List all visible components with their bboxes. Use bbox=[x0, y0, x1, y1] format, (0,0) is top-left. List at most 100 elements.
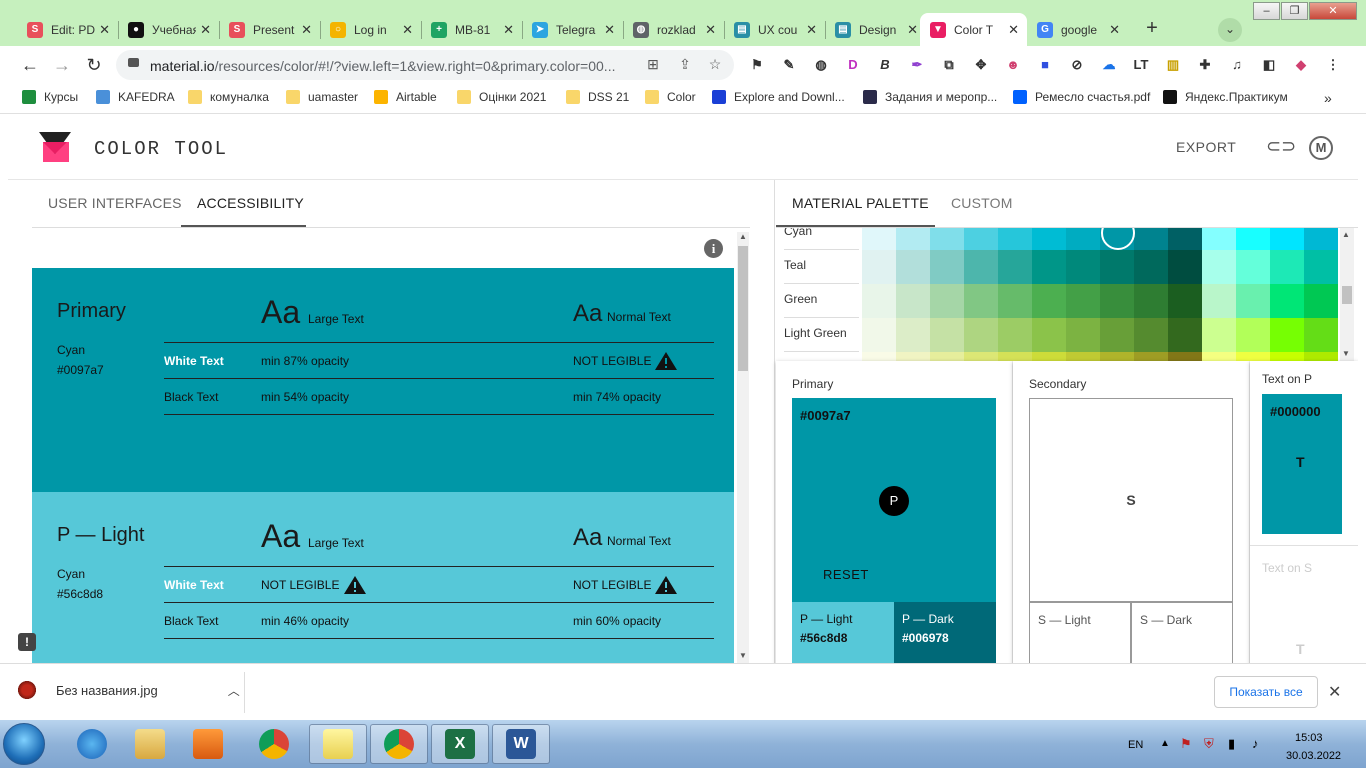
new-tab-button[interactable]: + bbox=[1140, 17, 1164, 41]
close-window-button[interactable]: ✕ bbox=[1309, 2, 1357, 20]
palette-swatch[interactable] bbox=[1304, 250, 1338, 284]
close-tab-icon[interactable]: ✕ bbox=[99, 22, 110, 38]
palette-swatch[interactable] bbox=[1168, 228, 1202, 250]
palette-swatch[interactable] bbox=[930, 318, 964, 352]
palette-swatch[interactable] bbox=[1202, 228, 1236, 250]
palette-swatch[interactable] bbox=[930, 284, 964, 318]
palette-swatch[interactable] bbox=[896, 250, 930, 284]
close-tab-icon[interactable]: ✕ bbox=[1109, 22, 1120, 38]
palette-swatch[interactable] bbox=[1168, 250, 1202, 284]
palette-swatch[interactable] bbox=[862, 318, 896, 352]
browser-tab[interactable]: S Present ✕ bbox=[219, 13, 320, 46]
palette-swatch[interactable] bbox=[1304, 318, 1338, 352]
close-tab-icon[interactable]: ✕ bbox=[1008, 22, 1019, 38]
screenshot-ext-icon[interactable]: ⧉ bbox=[940, 56, 958, 74]
palette-swatch[interactable] bbox=[930, 228, 964, 250]
palette-swatch[interactable] bbox=[964, 352, 998, 361]
sidepanel-icon[interactable]: ◧ bbox=[1260, 56, 1278, 74]
palette-swatch[interactable] bbox=[1202, 284, 1236, 318]
palette-swatch[interactable] bbox=[1304, 352, 1338, 361]
palette-swatch[interactable] bbox=[998, 250, 1032, 284]
browser-tab[interactable]: ➤ Telegra ✕ bbox=[522, 13, 623, 46]
bookmark-item[interactable]: Яндекс.Практикум bbox=[1163, 90, 1288, 104]
left-scrollbar[interactable]: ▲ ▼ bbox=[737, 232, 749, 663]
close-tab-icon[interactable]: ✕ bbox=[705, 22, 716, 38]
bookmark-item[interactable]: Color bbox=[645, 90, 696, 104]
browser-tab[interactable]: ▤ Design ✕ bbox=[825, 13, 926, 46]
palette-swatch[interactable] bbox=[1032, 284, 1066, 318]
taskbar-chrome-profile[interactable] bbox=[370, 724, 428, 764]
cloud-ext-icon[interactable]: ☁ bbox=[1100, 56, 1118, 74]
extension-bookmark-icon[interactable]: ⚑ bbox=[748, 56, 766, 74]
palette-swatch[interactable] bbox=[1202, 352, 1236, 361]
palette-swatch[interactable] bbox=[1236, 250, 1270, 284]
show-all-button[interactable]: Показать все bbox=[1214, 676, 1318, 708]
tray-arrow-icon[interactable]: ▲ bbox=[1160, 738, 1170, 749]
primary-light-swatch[interactable]: P — Light #56c8d8 bbox=[792, 602, 894, 663]
palette-swatch[interactable] bbox=[1066, 352, 1100, 361]
palette-swatch[interactable] bbox=[964, 284, 998, 318]
security-icon[interactable]: ⛨ bbox=[1204, 736, 1214, 752]
palette-swatch[interactable] bbox=[1270, 250, 1304, 284]
scroll-thumb[interactable] bbox=[1342, 286, 1352, 304]
taskbar-explorer[interactable] bbox=[121, 724, 179, 764]
palette-swatch[interactable] bbox=[964, 318, 998, 352]
palette-swatch[interactable] bbox=[862, 228, 896, 250]
bookmark-item[interactable]: Курсы bbox=[22, 90, 78, 104]
palette-swatch[interactable] bbox=[1066, 318, 1100, 352]
palette-swatch[interactable] bbox=[1134, 318, 1168, 352]
more-bookmarks-icon[interactable]: » bbox=[1324, 90, 1332, 106]
clock-date[interactable]: 30.03.2022 bbox=[1286, 750, 1341, 762]
palette-swatch[interactable] bbox=[1066, 284, 1100, 318]
face-ext-icon[interactable]: ☻ bbox=[1004, 56, 1022, 74]
palette-swatch[interactable] bbox=[1032, 250, 1066, 284]
blue-ext-icon[interactable]: ■ bbox=[1036, 56, 1054, 74]
palette-swatch[interactable] bbox=[998, 284, 1032, 318]
menu-dots-icon[interactable]: ⋮ bbox=[1324, 56, 1342, 74]
palette-swatch[interactable] bbox=[964, 228, 998, 250]
palette-swatch[interactable] bbox=[1236, 284, 1270, 318]
bookmark-item[interactable]: KAFEDRA bbox=[96, 90, 175, 104]
browser-tab[interactable]: Ggoogle ✕ bbox=[1027, 13, 1128, 46]
chevron-up-icon[interactable]: ︿ bbox=[228, 682, 240, 699]
primary-dark-swatch[interactable]: P — Dark #006978 bbox=[894, 602, 996, 663]
palette-swatch[interactable] bbox=[1032, 352, 1066, 361]
bookmark-item[interactable]: Задания и меропр... bbox=[863, 90, 997, 104]
palette-swatch[interactable] bbox=[1100, 284, 1134, 318]
bookmark-item[interactable]: DSS 21 bbox=[566, 90, 629, 104]
lt-ext-icon[interactable]: LT bbox=[1132, 56, 1150, 74]
palette-swatch[interactable] bbox=[1168, 352, 1202, 361]
tab-user-interfaces[interactable]: USER INTERFACES bbox=[48, 195, 182, 211]
secondary-swatch[interactable]: S bbox=[1029, 398, 1233, 602]
palette-swatch[interactable] bbox=[1236, 318, 1270, 352]
palette-swatch[interactable] bbox=[930, 352, 964, 361]
palette-swatch[interactable] bbox=[1100, 250, 1134, 284]
palette-swatch[interactable] bbox=[896, 352, 930, 361]
palette-swatch[interactable] bbox=[1304, 284, 1338, 318]
palette-swatch[interactable] bbox=[1236, 228, 1270, 250]
download-item[interactable]: Без названия.jpg ︿ bbox=[18, 681, 240, 699]
palette-swatch[interactable] bbox=[1100, 318, 1134, 352]
share-icon[interactable]: ⇪ bbox=[676, 56, 694, 74]
palette-swatch[interactable] bbox=[1304, 228, 1338, 250]
palette-swatch[interactable] bbox=[1032, 318, 1066, 352]
palette-swatch[interactable] bbox=[1032, 228, 1066, 250]
browser-tab[interactable]: ● Учебная ✕ bbox=[118, 13, 219, 46]
browser-tab[interactable]: ○ Log in ✕ bbox=[320, 13, 421, 46]
export-button[interactable]: EXPORT bbox=[1176, 139, 1236, 155]
palette-scrollbar[interactable]: ▲ ▼ bbox=[1340, 228, 1354, 361]
tab-custom[interactable]: CUSTOM bbox=[951, 195, 1013, 211]
browser-tab[interactable]: ▤ UX cou ✕ bbox=[724, 13, 825, 46]
bookmark-item[interactable]: uamaster bbox=[286, 90, 358, 104]
palette-swatch[interactable] bbox=[1134, 250, 1168, 284]
url-text[interactable]: material.io/resources/color/#!/?view.lef… bbox=[150, 58, 615, 74]
reset-button[interactable]: RESET bbox=[823, 567, 869, 582]
palette-swatch[interactable] bbox=[1270, 318, 1304, 352]
palette-swatch[interactable] bbox=[1270, 228, 1304, 250]
taskbar-word[interactable]: W bbox=[492, 724, 550, 764]
tab-material-palette[interactable]: MATERIAL PALETTE bbox=[792, 195, 929, 211]
palette-swatch[interactable] bbox=[1100, 352, 1134, 361]
palette-swatch[interactable] bbox=[1236, 352, 1270, 361]
palette-swatch[interactable] bbox=[998, 318, 1032, 352]
taskbar-sticky-notes[interactable] bbox=[309, 724, 367, 764]
